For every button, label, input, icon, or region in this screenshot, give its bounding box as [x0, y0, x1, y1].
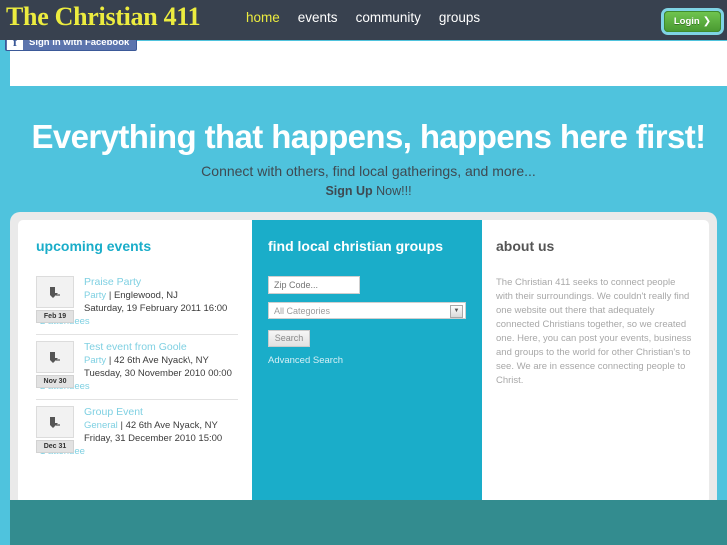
- event-category-link[interactable]: Party: [84, 355, 106, 366]
- page-left-edge: [0, 40, 10, 545]
- login-button[interactable]: Login ❯: [664, 11, 721, 32]
- event-title-link[interactable]: Praise Party: [84, 276, 238, 289]
- event-details: Praise Party Party | Englewood, NJ Satur…: [40, 276, 238, 328]
- event-category-link[interactable]: Party: [84, 290, 106, 301]
- event-date-badge: Nov 30: [36, 375, 74, 388]
- event-date-badge: Dec 31: [36, 440, 74, 453]
- event-location: | 42 6th Ave Nyack\, NY: [106, 355, 209, 366]
- nav-item-groups[interactable]: groups: [439, 10, 480, 25]
- event-list-item[interactable]: Nov 30 Test event from Goole Party | 42 …: [36, 341, 238, 400]
- broken-image-icon: [36, 276, 74, 308]
- event-datetime: Saturday, 19 February 2011 16:00: [84, 303, 228, 314]
- event-details: Group Event General | 42 6th Ave Nyack, …: [40, 406, 238, 458]
- event-thumbnail: Dec 31: [36, 406, 78, 458]
- hero-cta: Sign Up Now!!!: [10, 184, 727, 198]
- footer-band: [10, 500, 727, 545]
- event-location: | Englewood, NJ: [106, 290, 178, 301]
- zip-code-input[interactable]: [268, 276, 360, 294]
- category-select-value: All Categories: [274, 306, 331, 316]
- event-date-badge: Feb 19: [36, 310, 74, 323]
- broken-image-icon: [36, 341, 74, 373]
- category-select[interactable]: All Categories ▼: [268, 302, 466, 319]
- find-groups-panel: find local christian groups All Categori…: [252, 220, 482, 504]
- nav-item-home[interactable]: home: [246, 10, 280, 25]
- event-datetime: Friday, 31 December 2010 15:00: [84, 433, 223, 444]
- main-content-card: upcoming events Feb 19 Praise Party Part…: [10, 212, 717, 512]
- broken-image-icon: [36, 406, 74, 438]
- hero-cta-suffix: Now!!!: [372, 184, 412, 198]
- site-logo[interactable]: The Christian 411: [6, 2, 201, 32]
- signup-link[interactable]: Sign Up: [325, 184, 372, 198]
- event-list-item[interactable]: Dec 31 Group Event General | 42 6th Ave …: [36, 406, 238, 464]
- event-meta: General | 42 6th Ave Nyack, NY: [84, 419, 238, 432]
- event-datetime: Tuesday, 30 November 2010 00:00: [84, 368, 232, 379]
- event-thumbnail: Nov 30: [36, 341, 78, 393]
- about-us-panel: about us The Christian 411 seeks to conn…: [482, 220, 709, 504]
- event-meta: Party | 42 6th Ave Nyack\, NY: [84, 354, 238, 367]
- main-navigation: home events community groups: [246, 10, 480, 25]
- login-button-label: Login: [673, 16, 700, 27]
- event-thumbnail: Feb 19: [36, 276, 78, 328]
- upcoming-events-panel: upcoming events Feb 19 Praise Party Part…: [18, 220, 252, 504]
- event-list-item[interactable]: Feb 19 Praise Party Party | Englewood, N…: [36, 276, 238, 335]
- chevron-down-icon: ▼: [450, 305, 463, 318]
- advanced-search-link[interactable]: Advanced Search: [268, 355, 466, 366]
- nav-item-events[interactable]: events: [298, 10, 338, 25]
- search-button[interactable]: Search: [268, 329, 310, 347]
- event-category-link[interactable]: General: [84, 420, 118, 431]
- about-us-text: The Christian 411 seeks to connect peopl…: [496, 277, 692, 386]
- page-root: The Christian 411 home events community …: [0, 0, 727, 545]
- about-us-title: about us: [496, 238, 555, 254]
- upcoming-events-title: upcoming events: [36, 238, 152, 254]
- event-title-link[interactable]: Test event from Goole: [84, 341, 238, 354]
- hero-banner: Everything that happens, happens here fi…: [10, 105, 727, 201]
- main-content-inner: upcoming events Feb 19 Praise Party Part…: [18, 220, 709, 504]
- event-details: Test event from Goole Party | 42 6th Ave…: [40, 341, 238, 393]
- event-meta: Party | Englewood, NJ: [84, 289, 238, 302]
- event-title-link[interactable]: Group Event: [84, 406, 238, 419]
- chevron-right-icon: ❯: [702, 15, 712, 27]
- top-navigation-bar: The Christian 411 home events community …: [0, 0, 727, 40]
- event-location: | 42 6th Ave Nyack, NY: [117, 420, 218, 431]
- nav-item-community[interactable]: community: [356, 10, 421, 25]
- find-groups-title: find local christian groups: [268, 238, 444, 254]
- hero-subheadline: Connect with others, find local gatherin…: [201, 163, 536, 179]
- hero-headline: Everything that happens, happens here fi…: [31, 118, 706, 155]
